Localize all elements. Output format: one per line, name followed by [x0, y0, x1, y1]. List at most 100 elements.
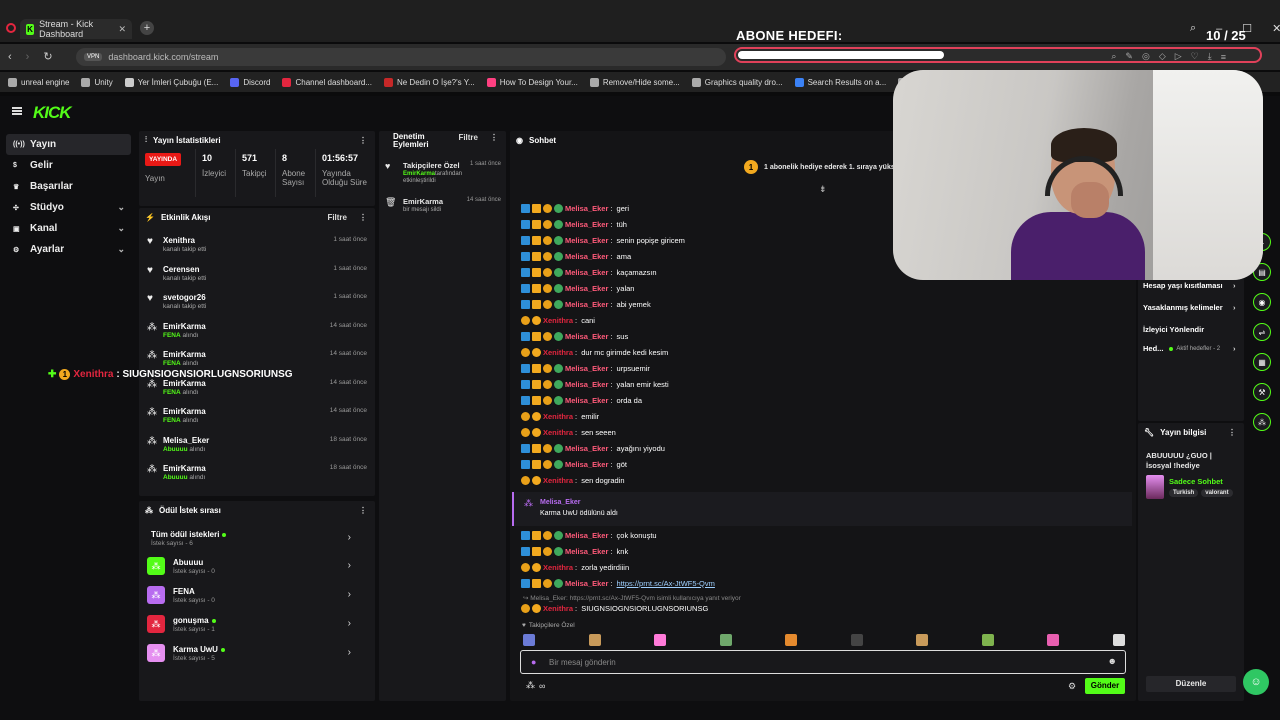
camera-icon[interactable]: ◎ [1142, 51, 1150, 62]
bookmark-item[interactable]: Remove/Hide some... [589, 77, 680, 87]
search-tabs-icon[interactable]: ⌕ [1190, 22, 1196, 35]
reload-icon[interactable]: ↻ [43, 50, 52, 63]
bookmark-item[interactable]: Ne Dedin O İşe?'s Y... [383, 77, 475, 87]
activity-filter-button[interactable]: Filtre [327, 213, 347, 222]
chat-username[interactable]: Melisa_Eker [565, 204, 608, 213]
bookmark-item[interactable]: Search Results on a... [794, 77, 886, 87]
edit-icon[interactable]: ✎ [1125, 51, 1133, 62]
tab-close-icon[interactable]: ✕ [118, 24, 126, 35]
emote-icon[interactable] [654, 634, 666, 646]
sidebar-item-1[interactable]: $ Gelir [6, 155, 131, 176]
bookmark-item[interactable]: unreal engine [8, 77, 69, 87]
activity-username[interactable]: svetogor26 [163, 293, 206, 302]
sidebar-item-3[interactable]: ✣ Stüdyo ⌄ [6, 197, 131, 218]
send-button[interactable]: Gönder [1085, 678, 1125, 694]
emote-icon[interactable] [588, 634, 601, 646]
points-icon[interactable]: ⁂ [1253, 413, 1271, 431]
reply-username[interactable]: Xenithra [543, 604, 573, 613]
bookmark-item[interactable]: Unity [81, 77, 113, 87]
chat-username[interactable]: Melisa_Eker [565, 236, 608, 245]
sidebar-item-5[interactable]: ⚙ Ayarlar ⌄ [6, 239, 131, 260]
chat-username[interactable]: Melisa_Eker [565, 380, 608, 389]
emote-icon[interactable] [850, 634, 863, 646]
emote-icon[interactable] [1112, 634, 1125, 646]
chat-username[interactable]: Melisa_Eker [565, 252, 608, 261]
emote-icon[interactable] [981, 634, 994, 646]
activity-username[interactable]: Melisa_Eker [163, 436, 209, 445]
zoom-icon[interactable]: ⌕ [1111, 51, 1116, 62]
sidebar-item-0[interactable]: ((•)) Yayın [6, 134, 131, 155]
bookmark-item[interactable]: How To Design Your... [486, 77, 578, 87]
activity-username[interactable]: EmirKarma [163, 407, 206, 416]
scroll-down-icon[interactable]: ⇟ [819, 184, 827, 195]
bookmark-item[interactable]: Channel dashboard... [282, 77, 372, 87]
chat-username[interactable]: Xenithra [543, 476, 573, 485]
bookmark-item[interactable]: Graphics quality dro... [691, 77, 783, 87]
settings-menu-item[interactable]: Hesap yaşı kısıtlaması › [1143, 281, 1236, 290]
new-tab-icon[interactable]: + [140, 21, 154, 35]
tools-icon[interactable]: ⚒ [1253, 383, 1271, 401]
url-field[interactable]: VPN dashboard.kick.com/stream [76, 48, 726, 66]
chat-username[interactable]: Melisa_Eker [565, 332, 608, 341]
chat-settings-icon[interactable]: ⚙ [1068, 681, 1076, 692]
emote-icon[interactable] [916, 634, 928, 646]
chat-username[interactable]: Xenithra [543, 428, 573, 437]
activity-more-icon[interactable]: ⋮ [359, 213, 367, 222]
opera-icon[interactable] [6, 23, 16, 33]
chat-username[interactable]: Melisa_Eker [565, 364, 608, 373]
pinned-gift-banner[interactable]: 1 1 abonelik hediye ederek 1. sıraya yük… [744, 160, 899, 174]
chat-username[interactable]: Melisa_Eker [565, 284, 608, 293]
goals-menu-item[interactable]: Hed... Aktif hedefler - 2 › [1143, 344, 1236, 353]
chat-username[interactable]: Melisa_Eker [565, 531, 608, 540]
sidebar-item-2[interactable]: ♛ Başarılar [6, 176, 131, 197]
reward-row[interactable]: ⁂ FENA İstek sayısı - 0 › [147, 586, 359, 610]
heart-icon[interactable]: ♡ [1191, 51, 1199, 62]
browser-tab[interactable]: K Stream - Kick Dashboard ✕ [20, 19, 132, 39]
emote-icon[interactable] [523, 634, 535, 646]
bookmark-item[interactable]: Discord [230, 77, 270, 87]
reward-row[interactable]: ⁂ gonuşma İstek sayısı - 1 › [147, 615, 359, 639]
activity-username[interactable]: EmirKarma [163, 350, 206, 359]
activity-username[interactable]: Xenithra [163, 236, 195, 245]
stream-info-more-icon[interactable]: ⋮ [1228, 428, 1236, 437]
stats-more-icon[interactable]: ⋮ [359, 136, 367, 145]
stream-tag[interactable]: valorant [1201, 489, 1233, 497]
moderation-more-icon[interactable]: ⋮ [490, 133, 498, 142]
grid-icon[interactable]: ▦ [1253, 353, 1271, 371]
help-chat-icon[interactable]: ☺ [1243, 669, 1269, 695]
kick-logo[interactable]: KICK [33, 103, 72, 123]
shield-icon[interactable]: ◇ [1159, 51, 1166, 62]
chat-username[interactable]: Xenithra [543, 348, 573, 357]
reward-row[interactable]: ⁂ Karma UwU İstek sayısı - 5 › [147, 644, 359, 668]
reward-more-icon[interactable]: ⋮ [359, 506, 367, 515]
chat-username[interactable]: Melisa_Eker [565, 396, 608, 405]
bookmark-item[interactable]: Yer İmleri Çubuğu (E... [124, 77, 218, 87]
settings-menu-item[interactable]: Yasaklanmış kelimeler › [1143, 303, 1236, 312]
settings-menu-item[interactable]: İzleyici Yönlendir [1143, 325, 1204, 334]
mic-icon[interactable]: ● [531, 657, 536, 667]
chat-icon[interactable]: ◉ [1253, 293, 1271, 311]
emote-icon[interactable] [785, 634, 797, 646]
chat-username[interactable]: Melisa_Eker [565, 220, 608, 229]
chat-link[interactable]: https://prnt.sc/Ax-JtWF5-Qvm [617, 579, 715, 588]
chat-username[interactable]: Melisa_Eker [565, 460, 608, 469]
chat-username[interactable]: Xenithra [543, 412, 573, 421]
chat-username[interactable]: Xenithra [543, 316, 573, 325]
swap-icon[interactable]: ⇌ [1253, 323, 1271, 341]
category-name[interactable]: Sadece Sohbet [1169, 477, 1223, 486]
activity-username[interactable]: EmirKarma [163, 464, 206, 473]
vpn-badge[interactable]: VPN [84, 53, 103, 61]
chat-username[interactable]: Melisa_Eker [565, 300, 608, 309]
emote-icon[interactable] [719, 634, 732, 646]
sidebar-item-4[interactable]: ▣ Kanal ⌄ [6, 218, 131, 239]
chat-input[interactable]: ● Bir mesaj gönderin ☻ [520, 650, 1126, 674]
hamburger-menu-icon[interactable] [12, 107, 22, 115]
activity-username[interactable]: EmirKarma [163, 322, 206, 331]
chat-username[interactable]: Melisa_Eker [565, 444, 608, 453]
reward-all-row[interactable]: Tüm ödül istekleri İstek sayısı - 6 › [147, 529, 359, 553]
download-icon[interactable]: ⤓ [1208, 51, 1212, 62]
forward-icon[interactable]: › [26, 51, 30, 63]
menu-icon[interactable]: ≡ [1221, 52, 1226, 62]
moderation-filter-button[interactable]: Filtre [458, 133, 478, 142]
infinity-icon[interactable]: ∞ [539, 681, 545, 691]
